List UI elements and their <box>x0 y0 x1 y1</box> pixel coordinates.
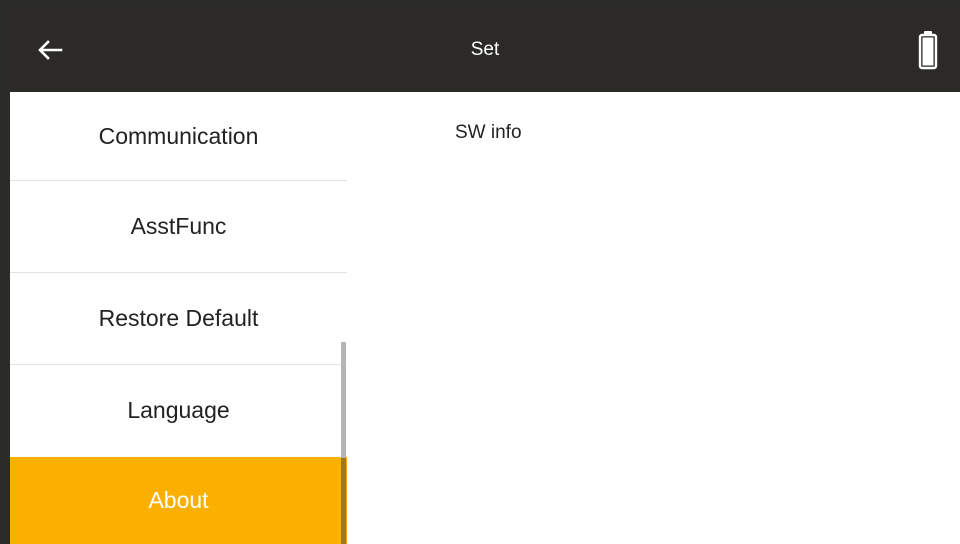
battery-icon <box>918 31 938 70</box>
sidebar-item-language[interactable]: Language <box>10 365 347 456</box>
sidebar-item-communication[interactable]: Communication <box>10 92 347 180</box>
sidebar-item-restore-default[interactable]: Restore Default <box>10 273 347 364</box>
settings-screen: Set Communication AsstFunc Restore Defau… <box>10 8 960 544</box>
sidebar-item-asstfunc[interactable]: AsstFunc <box>10 181 347 272</box>
page-title: Set <box>470 39 500 60</box>
scrollbar-thumb[interactable] <box>341 458 346 544</box>
title-bar: Set <box>10 8 960 92</box>
sidebar-item-about[interactable]: About <box>10 457 347 544</box>
settings-sidebar: Communication AsstFunc Restore Default L… <box>10 92 347 544</box>
sw-info-heading: SW info <box>455 122 522 143</box>
content-panel: SW info <box>347 92 960 544</box>
